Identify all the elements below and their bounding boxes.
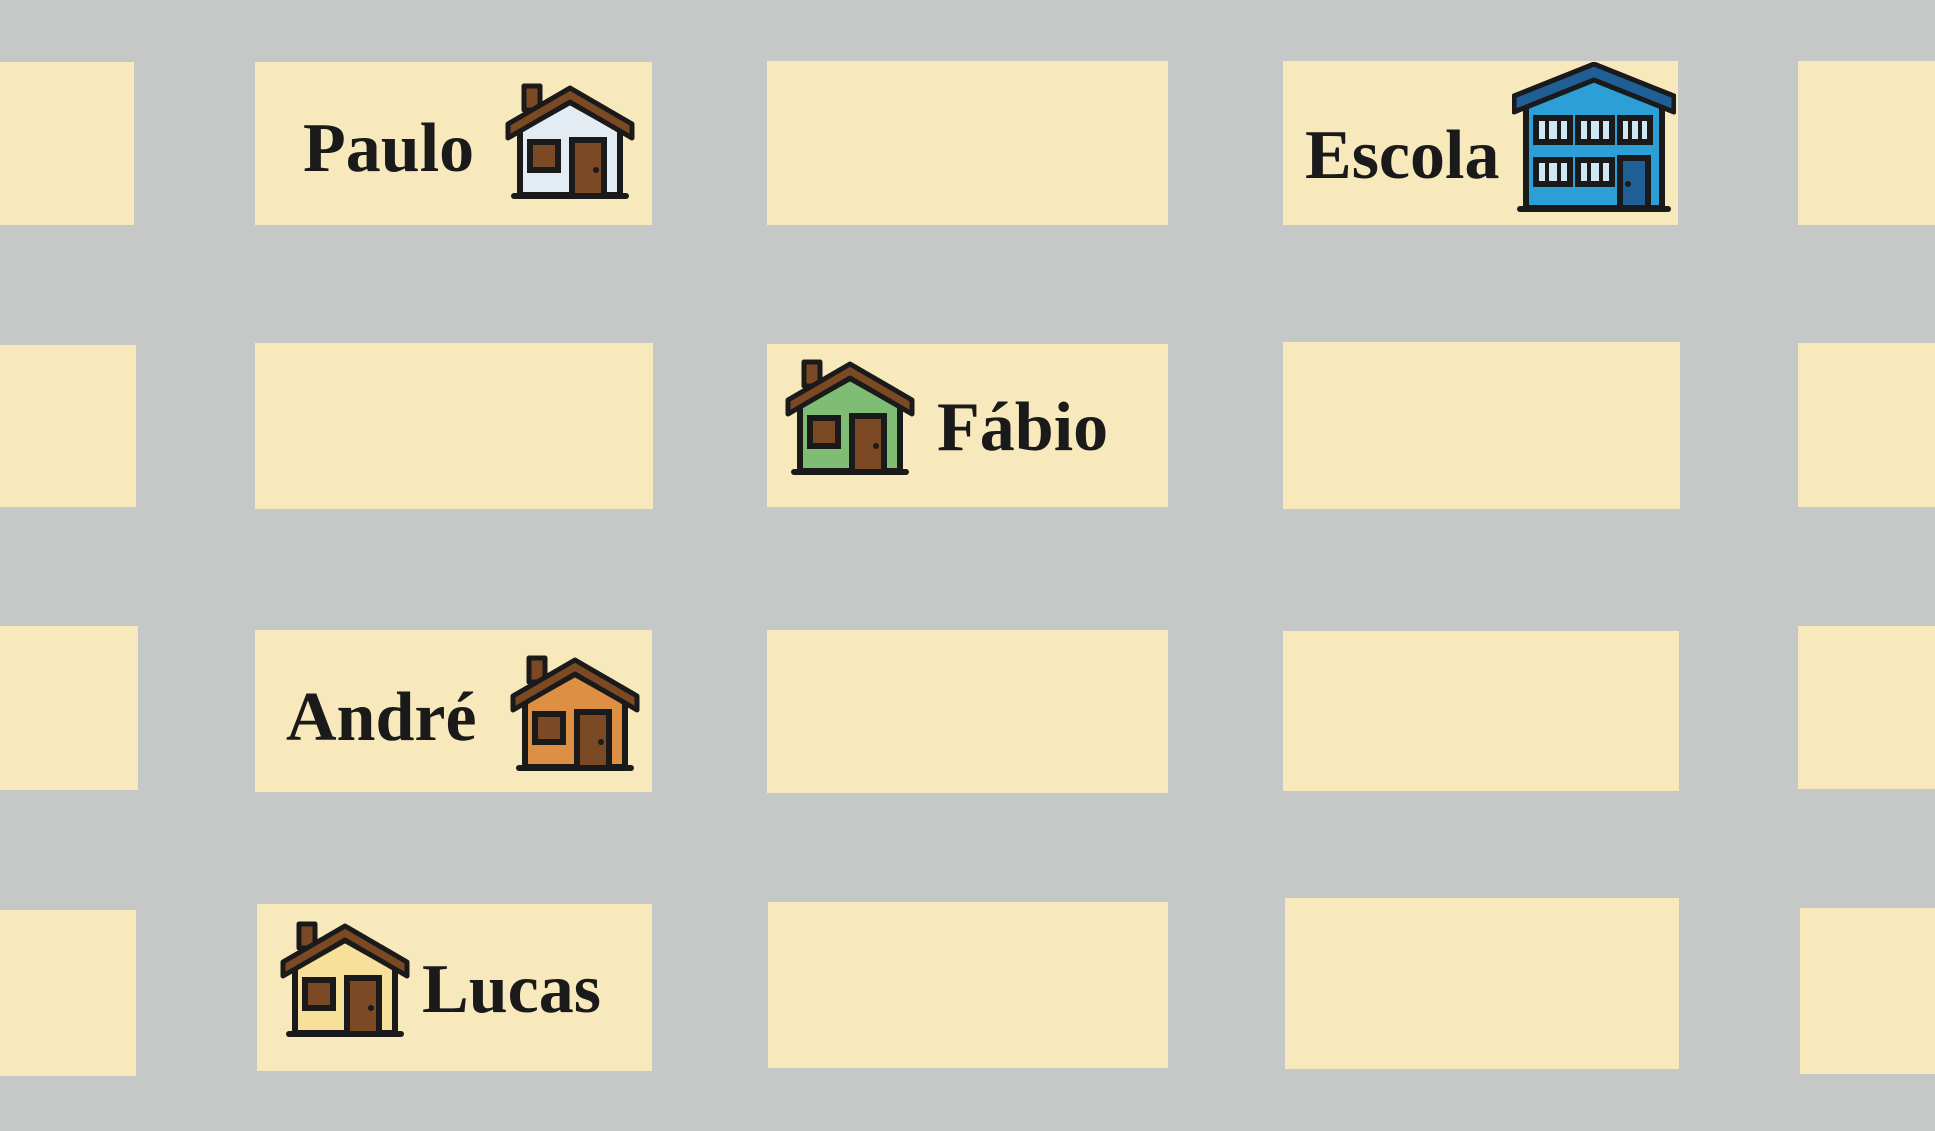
city-block	[1798, 626, 1935, 789]
place-label-lucas: Lucas	[422, 951, 601, 1028]
house-icon	[504, 80, 636, 202]
city-block	[767, 61, 1168, 225]
house-icon	[509, 652, 641, 774]
city-block	[1283, 342, 1680, 509]
city-block	[1798, 61, 1935, 225]
city-block	[1283, 631, 1679, 791]
city-block	[767, 630, 1168, 793]
city-block	[255, 343, 653, 509]
city-block	[0, 626, 138, 790]
house-icon	[279, 918, 411, 1040]
house-icon	[784, 356, 916, 478]
place-label-andre: André	[286, 679, 477, 756]
city-block	[0, 345, 136, 507]
city-block	[0, 62, 134, 225]
city-block	[1285, 898, 1679, 1069]
city-block	[0, 910, 136, 1076]
place-label-escola: Escola	[1305, 117, 1500, 194]
place-label-paulo: Paulo	[303, 110, 475, 187]
city-block	[1800, 908, 1935, 1074]
city-block	[1798, 343, 1935, 507]
school-icon	[1512, 62, 1676, 216]
place-label-fabio: Fábio	[937, 389, 1109, 466]
city-block	[768, 902, 1168, 1068]
